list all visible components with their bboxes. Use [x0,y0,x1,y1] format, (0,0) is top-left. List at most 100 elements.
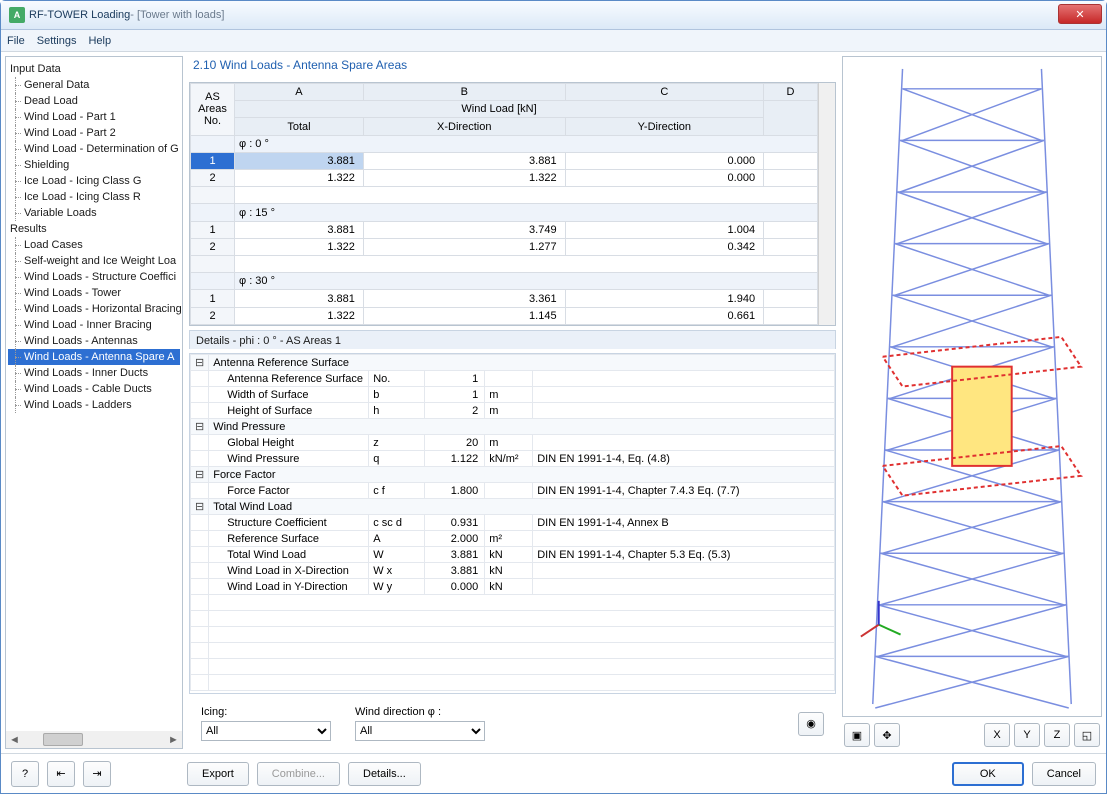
menu-bar: File Settings Help [1,30,1106,52]
grid-cell[interactable]: 3.881 [235,221,364,238]
grid-cell[interactable]: 0.000 [565,170,763,187]
view-toggle-button[interactable]: ◉ [798,712,824,736]
grid-group-label: φ : 30 ° [235,273,818,290]
scroll-right-icon[interactable]: ► [165,731,182,748]
details-value: 2.000 [425,531,485,547]
tree-item[interactable]: Wind Loads - Structure Coeffici [8,269,180,285]
tree-item[interactable]: Wind Load - Part 1 [8,109,180,125]
scroll-left-icon[interactable]: ◄ [6,731,23,748]
grid-cell[interactable]: 3.881 [235,152,364,169]
grid-cell[interactable]: 1.277 [363,238,565,255]
tree-item[interactable]: General Data [8,77,180,93]
tree-item[interactable]: Variable Loads [8,205,180,221]
combine-button[interactable]: Combine... [257,762,340,786]
details-section-name: Force Factor [209,467,835,483]
grid-cell[interactable]: 1.145 [363,307,565,324]
grid-cell[interactable]: 3.881 [363,152,565,169]
grid-cell[interactable]: 1.322 [235,170,364,187]
collapse-icon[interactable]: ⊟ [191,355,209,371]
grid-row[interactable]: 21.3221.3220.000 [191,170,818,187]
details-button[interactable]: Details... [348,762,421,786]
details-row: Antenna Reference SurfaceNo.1 [191,371,835,387]
scroll-thumb[interactable] [43,733,83,746]
grid-cell[interactable]: 0.000 [565,152,763,169]
grid-cell[interactable]: 3.749 [363,221,565,238]
grid-cell[interactable]: 1.322 [235,238,364,255]
grid-header-group: Wind Load [kN] [235,101,764,118]
export-button[interactable]: Export [187,762,249,786]
view-pick-button[interactable]: ▣ [844,723,870,747]
grid-group-label: φ : 15 ° [235,204,818,221]
eye-icon: ◉ [806,717,816,730]
grid-cell[interactable]: 1.322 [363,170,565,187]
tree-item[interactable]: Wind Loads - Tower [8,285,180,301]
tree-item[interactable]: Wind Load - Inner Bracing [8,317,180,333]
next-table-button[interactable]: ⇥ [83,761,111,787]
tree-item[interactable]: Wind Loads - Cable Ducts [8,381,180,397]
view-y-button[interactable]: Y [1014,723,1040,747]
details-row: Reference SurfaceA2.000m² [191,531,835,547]
winddir-label: Wind direction φ : [355,706,485,718]
help-context-button[interactable]: ? [11,761,39,787]
grid-cell[interactable]: 0.661 [565,307,763,324]
grid-row[interactable]: 21.3221.1450.661 [191,307,818,324]
window-close-button[interactable]: ✕ [1058,4,1102,24]
grid-cell[interactable]: 3.881 [235,290,364,307]
navigation-tree: Input Data General DataDead LoadWind Loa… [5,56,183,749]
cursor-icon: ▣ [852,729,862,742]
menu-file[interactable]: File [7,35,25,47]
grid-subheader: Total [235,118,364,135]
grid-subheader: X-Direction [363,118,565,135]
grid-cell[interactable]: 1.940 [565,290,763,307]
details-section-name: Wind Pressure [209,419,835,435]
tree-item[interactable]: Wind Loads - Antennas [8,333,180,349]
tree-item[interactable]: Load Cases [8,237,180,253]
view-z-button[interactable]: Z [1044,723,1070,747]
view-move-button[interactable]: ✥ [874,723,900,747]
grid-vertical-scrollbar[interactable] [818,83,835,325]
grid-cell[interactable]: 1.004 [565,221,763,238]
details-unit: kN [485,547,533,563]
menu-help[interactable]: Help [88,35,111,47]
tree-item[interactable]: Wind Load - Part 2 [8,125,180,141]
cancel-button[interactable]: Cancel [1032,762,1096,786]
details-reference [533,435,835,451]
model-viewport[interactable] [842,56,1102,717]
grid-subheader: Y-Direction [565,118,763,135]
collapse-icon[interactable]: ⊟ [191,467,209,483]
tree-horizontal-scrollbar[interactable]: ◄ ► [6,731,182,748]
tree-item[interactable]: Self-weight and Ice Weight Loa [8,253,180,269]
tree-item[interactable]: Wind Loads - Antenna Spare A [8,349,180,365]
grid-cell[interactable]: 0.342 [565,238,763,255]
tree-item[interactable]: Wind Loads - Ladders [8,397,180,413]
tree-item[interactable]: Wind Load - Determination of G [8,141,180,157]
collapse-icon[interactable]: ⊟ [191,419,209,435]
tree-item[interactable]: Ice Load - Icing Class G [8,173,180,189]
grid-row[interactable]: 13.8813.3611.940 [191,290,818,307]
details-section-name: Antenna Reference Surface [209,355,835,371]
icing-select[interactable]: All [201,721,331,741]
details-value: 0.000 [425,579,485,595]
view-iso-button[interactable]: ◱ [1074,723,1100,747]
view-x-button[interactable]: X [984,723,1010,747]
details-symbol: W x [369,563,425,579]
grid-row[interactable]: 13.8813.8810.000 [191,152,818,169]
grid-cell[interactable]: 1.322 [235,307,364,324]
ok-button[interactable]: OK [952,762,1024,786]
grid-cell[interactable]: 3.361 [363,290,565,307]
tree-item[interactable]: Wind Loads - Horizontal Bracing [8,301,180,317]
tree-item[interactable]: Dead Load [8,93,180,109]
menu-settings[interactable]: Settings [37,35,77,47]
app-title: RF-TOWER Loading [29,9,130,21]
prev-table-button[interactable]: ⇤ [47,761,75,787]
cube-icon: ◱ [1082,729,1092,742]
collapse-icon[interactable]: ⊟ [191,499,209,515]
hand-icon: ✥ [882,729,891,742]
tree-item[interactable]: Wind Loads - Inner Ducts [8,365,180,381]
grid-row[interactable]: 13.8813.7491.004 [191,221,818,238]
winddir-select[interactable]: All [355,721,485,741]
tree-item[interactable]: Ice Load - Icing Class R [8,189,180,205]
tree-item[interactable]: Shielding [8,157,180,173]
details-unit: m [485,435,533,451]
grid-row[interactable]: 21.3221.2770.342 [191,238,818,255]
